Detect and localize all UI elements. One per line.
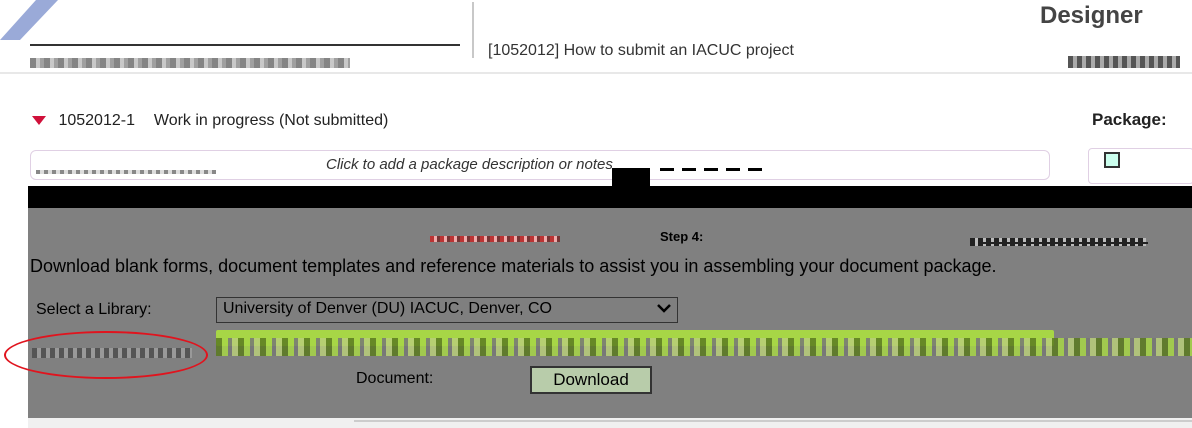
dashed-underline [660,168,770,171]
document-list-row[interactable] [216,338,1192,356]
header-divider [0,72,1192,74]
collapse-triangle-icon[interactable] [32,116,46,126]
select-library-label: Select a Library: [36,301,152,318]
package-status: Work in progress (Not submitted) [153,112,389,129]
annotation-oval [4,331,208,379]
toolbar-band [28,186,1192,208]
step-label: Step 4: [660,229,704,244]
chevron-down-icon [657,300,671,319]
logo-swoosh [0,0,58,40]
howto-link[interactable]: [1052012] How to submit an IACUC project [488,42,794,60]
breadcrumb [30,58,350,68]
download-button[interactable]: Download [530,366,652,394]
bottom-line [354,420,1192,422]
tab-underline [980,242,1148,244]
package-checkbox[interactable] [1104,152,1120,168]
library-select[interactable]: University of Denver (DU) IACUC, Denver,… [216,297,678,323]
header-right-text [1068,56,1180,68]
top-divider [30,44,460,46]
document-label: Document: [356,370,434,387]
library-selected-value: University of Denver (DU) IACUC, Denver,… [223,300,552,317]
library-instructions: Download blank forms, document templates… [30,256,997,276]
package-label: Package: [1092,110,1167,129]
package-description-placeholder[interactable]: Click to add a package description or no… [326,156,613,173]
tab-label-garbled[interactable] [430,236,560,242]
package-row[interactable]: 1052012-1 Work in progress (Not submitte… [32,112,388,130]
designer-title: Designer [1040,2,1143,29]
description-left-text [36,170,216,174]
package-id: 1052012-1 [58,112,135,129]
header-separator [472,2,474,58]
